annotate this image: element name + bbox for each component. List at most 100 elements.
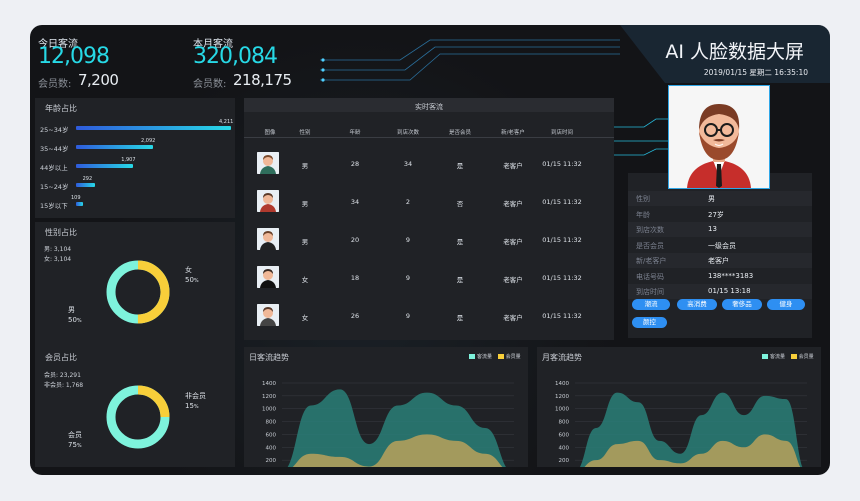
y-tick-label: 1400 — [555, 381, 569, 387]
table-cell-customer: 老客户 — [503, 314, 523, 322]
table-cell-age: 20 — [350, 236, 360, 244]
profile-key: 到店次数 — [636, 226, 664, 234]
table-cell-customer: 老客户 — [503, 162, 523, 170]
profile-row: 是否会员 一级会员 — [628, 237, 812, 253]
age-bar — [76, 164, 134, 168]
month-traffic-value: 320,084 — [193, 44, 278, 69]
nonmember-count: 非会员: 1,768 — [44, 382, 84, 389]
today-members-value: 7,200 — [78, 71, 119, 89]
page-title: AI 人脸数据大屏 — [665, 41, 804, 63]
avatar — [257, 190, 279, 212]
male-count: 男: 3,104 — [44, 246, 72, 253]
member-donut — [106, 385, 170, 449]
table-cell-time: 01/15 11:32 — [542, 274, 582, 282]
age-row-label: 15~24岁 — [40, 183, 69, 191]
avatar — [257, 304, 279, 326]
table-column-header: 年龄 — [349, 130, 361, 136]
table-cell-gender: 女 — [301, 314, 309, 322]
table-cell-visits: 9 — [405, 236, 411, 244]
female-count: 女: 3,104 — [44, 256, 72, 263]
y-tick-label: 800 — [266, 420, 277, 426]
profile-row: 到店时间 01/15 13:18 — [628, 284, 812, 299]
profile-key: 到店时间 — [636, 288, 664, 296]
gender-panel-title: 性别占比 — [45, 228, 77, 237]
portrait-image — [669, 86, 769, 188]
profile-key: 性别 — [636, 195, 650, 203]
gender-donut — [106, 260, 170, 324]
table-cell-customer: 老客户 — [503, 200, 523, 208]
profile-value: 138****3183 — [708, 271, 754, 280]
y-tick-label: 800 — [559, 420, 570, 426]
today-members-label: 会员数: — [38, 79, 72, 90]
age-bar-value: 2,092 — [141, 138, 156, 144]
table-cell-time: 01/15 11:32 — [542, 160, 582, 168]
profile-value: 13 — [708, 225, 717, 233]
avatar — [257, 228, 279, 250]
table-cell-member: 是 — [456, 276, 464, 284]
y-tick-label: 1000 — [555, 407, 569, 413]
age-bar-value: 1,907 — [121, 157, 136, 163]
table-column-header: 到店次数 — [396, 130, 419, 136]
member-legend: 会员 75% — [68, 431, 82, 449]
y-tick-label: 600 — [266, 432, 277, 438]
avatar — [257, 266, 279, 288]
profile-value: 01/15 13:18 — [708, 287, 751, 295]
age-panel-title: 年龄占比 — [45, 104, 77, 113]
table-cell-time: 01/15 11:32 — [542, 198, 582, 206]
table-cell-member: 是 — [456, 314, 464, 322]
table-cell-visits: 2 — [405, 198, 411, 206]
profile-key: 新/老客户 — [636, 257, 667, 265]
table-cell-age: 18 — [350, 274, 360, 282]
table-cell-gender: 男 — [301, 162, 309, 170]
table-cell-gender: 男 — [301, 200, 309, 208]
profile-key: 年龄 — [636, 210, 650, 219]
age-bar — [76, 126, 231, 130]
table-cell-visits: 9 — [405, 312, 411, 320]
age-row-label: 35~44岁 — [40, 145, 69, 153]
connector-lines — [614, 118, 674, 156]
table-cell-gender: 男 — [301, 238, 309, 246]
table-cell-gender: 女 — [301, 276, 309, 284]
y-tick-label: 200 — [559, 458, 570, 464]
table-cell-visits: 9 — [405, 274, 411, 282]
avatar — [257, 152, 279, 174]
profile-value: 男 — [708, 195, 715, 203]
profile-tag[interactable]: 健身 — [767, 299, 805, 310]
daily-trend-panel: 日客流趋势 客流量 会员量 02004006008001000120014006… — [244, 347, 528, 467]
profile-tag[interactable]: 奢侈品 — [722, 299, 762, 310]
realtime-title: 实时客流 — [415, 103, 443, 111]
table-cell-age: 26 — [350, 312, 360, 320]
profile-value: 27岁 — [708, 210, 724, 219]
table-column-header: 性别 — [299, 130, 311, 136]
age-bar — [76, 145, 154, 149]
profile-key: 是否会员 — [636, 241, 664, 250]
female-legend: 女 50% — [185, 266, 199, 284]
table-cell-time: 01/15 11:32 — [542, 236, 582, 244]
datetime: 2019/01/15 星期二 16:35:10 — [703, 68, 808, 77]
age-bar — [76, 183, 95, 187]
y-tick-label: 1000 — [262, 407, 276, 413]
y-tick-label: 400 — [266, 445, 277, 451]
dashboard-screen: 今日客流 12,098 会员数: 7,200 本月客流 320,084 会员数:… — [30, 25, 830, 475]
y-tick-label: 400 — [559, 445, 570, 451]
age-bar — [76, 202, 83, 206]
table-cell-member: 是 — [456, 238, 464, 246]
table-cell-member: 否 — [456, 200, 464, 208]
profile-row: 性别 男 — [628, 191, 812, 206]
y-tick-label: 1200 — [555, 394, 569, 400]
table-cell-age: 34 — [350, 198, 360, 206]
profile-tag[interactable]: 高消费 — [677, 299, 717, 310]
profile-row: 年龄 27岁 — [628, 206, 812, 222]
age-bar-value: 292 — [82, 176, 93, 182]
male-legend: 男 50% — [68, 306, 82, 324]
profile-key: 电话号码 — [636, 272, 664, 281]
monthly-trend-panel: 月客流趋势 客流量 会员量 02004006008001000120014001… — [537, 347, 821, 467]
profile-tag[interactable]: 潮流 — [632, 299, 670, 310]
profile-row: 电话号码 138****3183 — [628, 268, 812, 284]
today-traffic-value: 12,098 — [38, 44, 110, 69]
y-tick-label: 1200 — [262, 394, 276, 400]
monthly-trend-chart: 02004006008001000120014001月2月3月4月5月6月7月8… — [555, 381, 807, 467]
profile-row: 新/老客户 老客户 — [628, 253, 812, 268]
profile-tag[interactable]: 颜控 — [632, 317, 667, 328]
table-cell-customer: 老客户 — [503, 238, 523, 246]
